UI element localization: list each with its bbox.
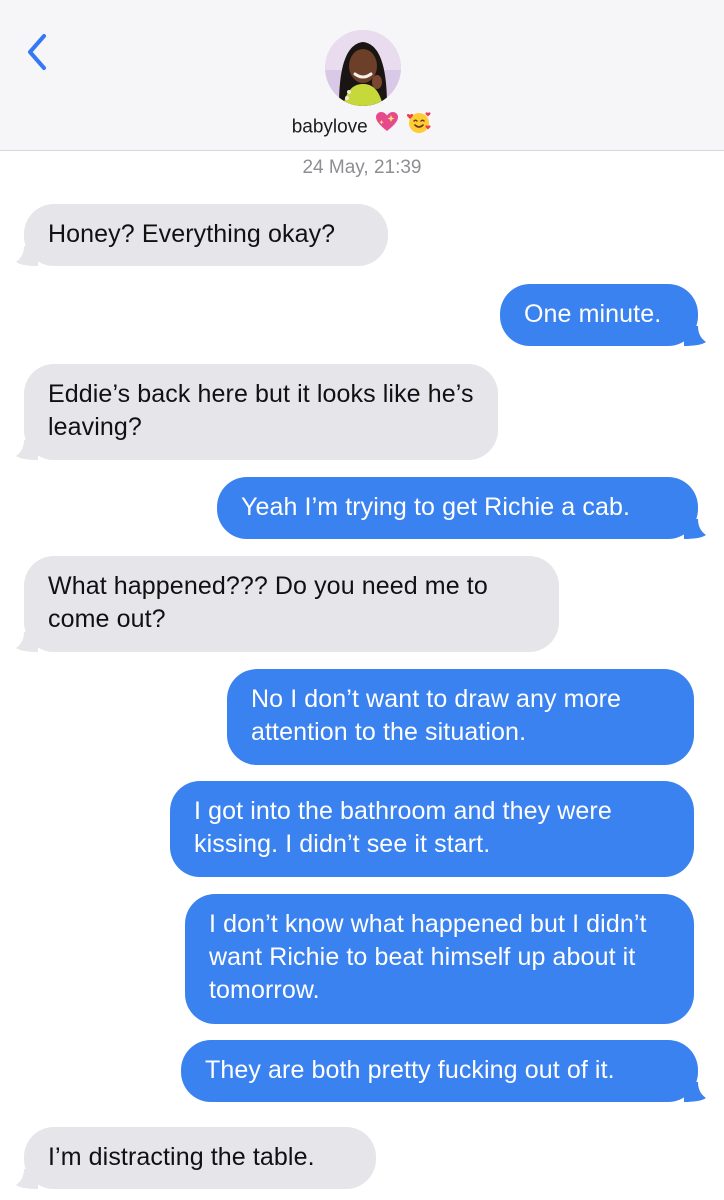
sparkling-heart-icon bbox=[375, 111, 399, 144]
received-message-bubble[interactable]: Honey? Everything okay? bbox=[16, 204, 388, 266]
message-text: One minute. bbox=[524, 300, 662, 328]
sent-message-bubble[interactable]: I got into the bathroom and they were ki… bbox=[170, 781, 694, 877]
message-text: Honey? Everything okay? bbox=[48, 220, 336, 248]
message-text: I’m distracting the table. bbox=[48, 1143, 315, 1171]
conversation-header: babylove bbox=[0, 0, 724, 151]
received-message-bubble[interactable]: What happened??? Do you need me to come … bbox=[16, 556, 559, 652]
sent-message-bubble[interactable]: One minute. bbox=[500, 284, 706, 346]
sent-message-bubble[interactable]: I don’t know what happened but I didn’t … bbox=[185, 894, 694, 1024]
message-text: Yeah I’m trying to get Richie a cab. bbox=[241, 493, 631, 521]
message-timestamp: 24 May, 21:39 bbox=[302, 157, 422, 178]
message-text: They are both pretty fucking out of it. bbox=[205, 1056, 615, 1084]
contact-avatar[interactable] bbox=[325, 30, 401, 106]
contact-name: babylove bbox=[291, 116, 368, 138]
sent-message-bubble[interactable]: They are both pretty fucking out of it. bbox=[181, 1040, 706, 1102]
message-text: I got into the bathroom and they were ki… bbox=[194, 797, 612, 858]
message-text: What happened??? Do you need me to come … bbox=[48, 572, 488, 633]
received-message-bubble[interactable]: I’m distracting the table. bbox=[16, 1127, 376, 1189]
sent-message-bubble[interactable]: No I don’t want to draw any more attenti… bbox=[227, 669, 694, 765]
sent-message-bubble[interactable]: Yeah I’m trying to get Richie a cab. bbox=[217, 477, 706, 539]
received-message-bubble[interactable]: Eddie’s back here but it looks like he’s… bbox=[16, 364, 498, 460]
message-text: No I don’t want to draw any more attenti… bbox=[251, 685, 622, 746]
message-text: Eddie’s back here but it looks like he’s… bbox=[48, 380, 474, 441]
back-chevron-icon[interactable] bbox=[18, 30, 58, 74]
message-text: I don’t know what happened but I didn’t … bbox=[209, 910, 647, 1004]
smiling-face-with-hearts-icon bbox=[406, 110, 432, 145]
contact-name-row[interactable]: babylove bbox=[0, 110, 724, 145]
